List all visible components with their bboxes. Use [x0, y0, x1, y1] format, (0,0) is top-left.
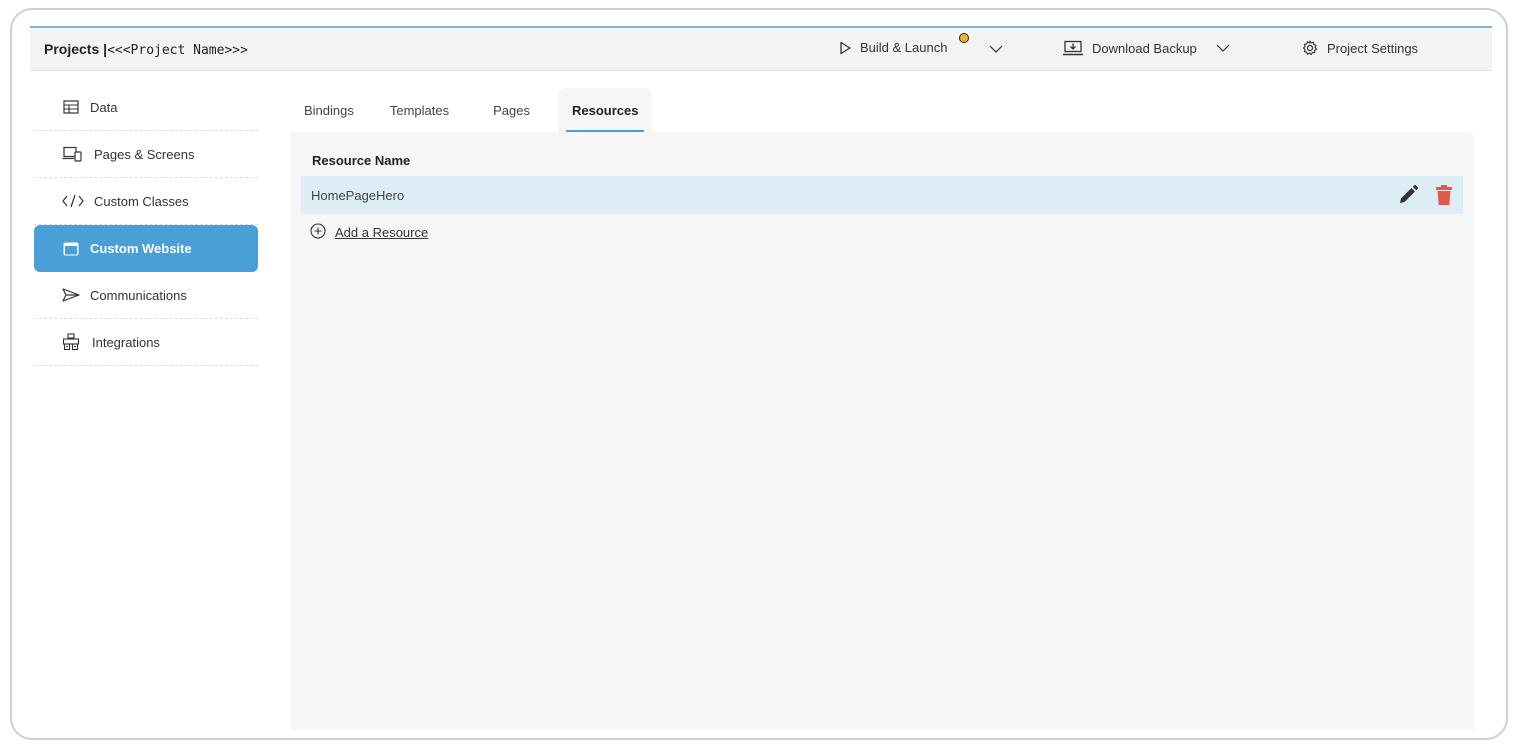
code-icon	[62, 192, 84, 210]
edit-pencil-icon[interactable]	[1397, 184, 1419, 206]
play-icon	[838, 41, 852, 55]
tab-templates[interactable]: Templates	[372, 88, 471, 132]
devices-icon	[62, 145, 82, 163]
sidebar-item-label: Custom Website	[90, 241, 192, 256]
sidebar-item-pages-screens[interactable]: Pages & Screens	[34, 131, 258, 178]
build-launch-label: Build & Launch	[860, 40, 948, 55]
project-name: <<<Project Name>>>	[107, 43, 248, 58]
table-row[interactable]: HomePageHero	[301, 176, 1463, 214]
build-launch-chevron-down-icon[interactable]	[988, 41, 1004, 62]
resources-panel: Resource Name HomePageHero Add a Resourc…	[290, 132, 1474, 730]
sidebar-item-label: Pages & Screens	[94, 146, 195, 162]
sidebar-item-label: Data	[90, 99, 118, 115]
download-chevron-down-icon[interactable]	[1215, 40, 1231, 56]
download-backup-label: Download Backup	[1092, 40, 1197, 56]
gear-icon	[1302, 40, 1318, 56]
projects-breadcrumb[interactable]: Projects |	[44, 41, 107, 57]
sidebar-item-custom-website[interactable]: Custom Website	[34, 225, 258, 272]
browser-window-icon	[62, 240, 80, 258]
sidebar-item-custom-classes[interactable]: Custom Classes	[34, 178, 258, 225]
project-title: Projects |<<<Project Name>>>	[44, 41, 248, 58]
add-resource-label: Add a Resource	[335, 225, 429, 240]
tab-pages[interactable]: Pages	[471, 88, 558, 132]
sidebar: Data Pages & Screens Custom Classes Cust…	[34, 84, 258, 366]
download-icon	[1062, 40, 1084, 56]
resource-name: HomePageHero	[311, 187, 405, 203]
plus-circle-icon	[310, 223, 326, 242]
sidebar-item-communications[interactable]: Communications	[34, 272, 258, 319]
status-dot	[959, 33, 969, 43]
top-bar: Projects |<<<Project Name>>> Build & Lau…	[30, 26, 1492, 71]
build-launch-button[interactable]: Build & Launch	[838, 40, 947, 55]
project-settings-button[interactable]: Project Settings	[1302, 40, 1418, 56]
send-icon	[62, 286, 80, 304]
row-actions	[1397, 184, 1455, 206]
sidebar-item-data[interactable]: Data	[34, 84, 258, 131]
app-window: Projects |<<<Project Name>>> Build & Lau…	[10, 8, 1508, 740]
tab-bindings[interactable]: Bindings	[290, 88, 372, 132]
table-icon	[62, 98, 80, 116]
plug-icon	[62, 333, 80, 351]
project-settings-label: Project Settings	[1327, 40, 1419, 56]
add-resource-link[interactable]: Add a Resource	[310, 223, 428, 242]
tab-resources[interactable]: Resources	[558, 88, 653, 132]
sidebar-item-label: Integrations	[92, 334, 160, 350]
tab-bar: Bindings Templates Pages Resources	[290, 88, 653, 132]
sidebar-item-label: Communications	[90, 287, 187, 303]
column-header-resource-name: Resource Name	[312, 153, 411, 168]
sidebar-item-integrations[interactable]: Integrations	[34, 319, 258, 366]
download-backup-button[interactable]: Download Backup	[1062, 40, 1231, 56]
sidebar-item-label: Custom Classes	[94, 193, 189, 209]
delete-trash-icon[interactable]	[1433, 184, 1455, 206]
